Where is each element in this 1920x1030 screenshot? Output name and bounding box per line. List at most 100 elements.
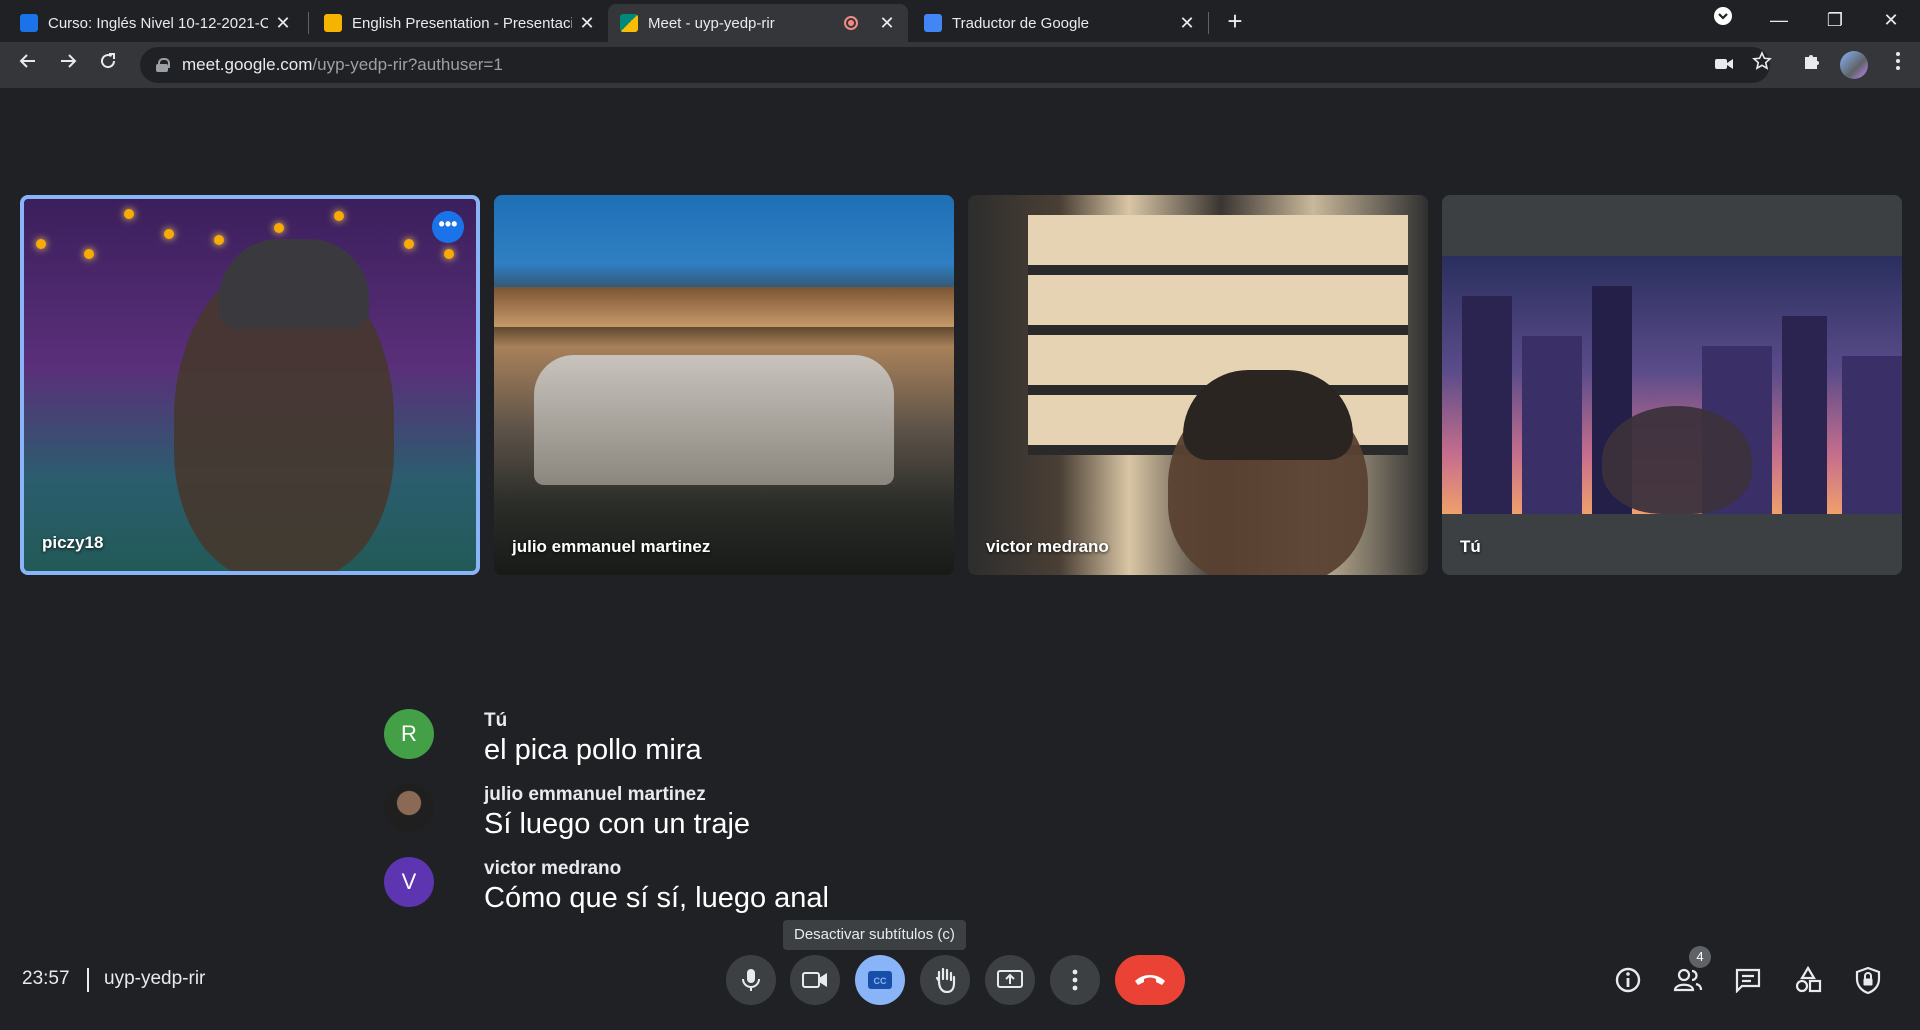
url-path: /uyp-yedp-rir?authuser=1 bbox=[312, 55, 503, 74]
caption-speaker: julio emmanuel martinez bbox=[484, 784, 706, 805]
participant-video-figure bbox=[1602, 406, 1752, 514]
chat-button[interactable] bbox=[1728, 960, 1768, 1000]
meeting-clock: 23:57 bbox=[22, 968, 70, 989]
hand-icon bbox=[935, 967, 956, 993]
participant-tile-julio[interactable]: julio emmanuel martinez bbox=[494, 195, 954, 575]
participants-count-badge: 4 bbox=[1689, 946, 1711, 968]
airstream-trailer-background bbox=[534, 355, 894, 485]
more-options-button[interactable] bbox=[1050, 955, 1100, 1005]
city-skyline-background bbox=[1442, 256, 1902, 514]
url-host: meet.google.com bbox=[182, 55, 313, 74]
caption-text: Cómo que sí sí, luego anal bbox=[484, 882, 829, 914]
divider bbox=[87, 968, 89, 992]
close-tab-icon[interactable]: ✕ bbox=[578, 13, 596, 34]
close-window-button[interactable]: ✕ bbox=[1862, 0, 1920, 42]
reload-button[interactable] bbox=[92, 49, 124, 81]
back-arrow-icon bbox=[19, 54, 35, 68]
camera-icon bbox=[1715, 59, 1733, 69]
forward-arrow-icon bbox=[61, 54, 77, 68]
profile-avatar[interactable] bbox=[1840, 51, 1868, 79]
participant-tile-self[interactable]: Tú bbox=[1442, 195, 1902, 575]
bookmark-button[interactable] bbox=[1746, 49, 1778, 81]
forward-button[interactable] bbox=[52, 49, 84, 81]
recording-icon bbox=[844, 16, 858, 30]
browser-toolbar: meet.google.com/uyp-yedp-rir?authuser=1 bbox=[0, 42, 1920, 88]
participant-name: victor medrano bbox=[986, 537, 1109, 556]
participant-name: piczy18 bbox=[42, 533, 104, 552]
tab-title: Curso: Inglés Nivel 10-12-2021-C bbox=[48, 14, 268, 32]
participant-tile-piczy18[interactable]: ••• piczy18 bbox=[20, 195, 480, 575]
browser-tab-course[interactable]: Curso: Inglés Nivel 10-12-2021-C ✕ bbox=[8, 4, 304, 42]
video-camera-icon bbox=[802, 972, 827, 988]
tab-title: Meet - uyp-yedp-rir bbox=[648, 14, 775, 32]
address-bar[interactable]: meet.google.com/uyp-yedp-rir?authuser=1 bbox=[140, 47, 1770, 83]
caption-speaker: victor medrano bbox=[484, 858, 622, 879]
captions-panel: R Tú el pica pollo mira julio emmanuel m… bbox=[384, 706, 1084, 928]
tab-divider bbox=[1208, 12, 1209, 34]
info-icon bbox=[1615, 967, 1641, 993]
new-tab-button[interactable]: + bbox=[1220, 6, 1250, 36]
extensions-button[interactable] bbox=[1796, 49, 1828, 81]
avatar: R bbox=[384, 709, 434, 759]
browser-tab-strip: Curso: Inglés Nivel 10-12-2021-C ✕ Engli… bbox=[0, 0, 1920, 42]
browser-menu-button[interactable] bbox=[1882, 49, 1914, 81]
svg-text:CC: CC bbox=[874, 976, 887, 986]
close-tab-icon[interactable]: ✕ bbox=[878, 13, 896, 34]
microphone-button[interactable] bbox=[726, 955, 776, 1005]
kebab-menu-icon bbox=[1896, 52, 1900, 70]
participant-name: Tú bbox=[1460, 537, 1481, 556]
captions-tooltip: Desactivar subtítulos (c) bbox=[783, 920, 966, 950]
avatar: V bbox=[384, 857, 434, 907]
avatar bbox=[384, 783, 434, 833]
microphone-icon bbox=[742, 969, 760, 991]
beanie-shape bbox=[219, 239, 369, 329]
present-screen-icon bbox=[997, 970, 1023, 988]
caption-speaker: Tú bbox=[484, 710, 508, 731]
hang-up-icon bbox=[1135, 975, 1165, 985]
participant-name: julio emmanuel martinez bbox=[512, 537, 711, 556]
meeting-code: uyp-yedp-rir bbox=[104, 968, 206, 989]
caption-entry: julio emmanuel martinez Sí luego con un … bbox=[384, 780, 1084, 854]
caption-text: Sí luego con un traje bbox=[484, 808, 751, 840]
lock-icon bbox=[156, 58, 170, 72]
tab-search-button[interactable] bbox=[1694, 0, 1752, 42]
captions-toggle-button[interactable]: CC bbox=[855, 955, 905, 1005]
close-tab-icon[interactable]: ✕ bbox=[274, 13, 292, 34]
participant-tile-victor[interactable]: victor medrano bbox=[968, 195, 1428, 575]
browser-tab-slides[interactable]: English Presentation - Presentaci ✕ bbox=[312, 4, 608, 42]
browser-tab-meet[interactable]: Meet - uyp-yedp-rir ✕ bbox=[608, 4, 908, 42]
closed-captions-icon: CC bbox=[868, 971, 892, 989]
slides-favicon-icon bbox=[324, 14, 342, 32]
tab-divider bbox=[308, 12, 309, 34]
camera-button[interactable] bbox=[790, 955, 840, 1005]
hair-shape bbox=[1183, 370, 1353, 460]
activities-button[interactable] bbox=[1788, 960, 1828, 1000]
reload-icon bbox=[101, 53, 116, 69]
tab-title: Traductor de Google bbox=[952, 14, 1090, 32]
host-controls-button[interactable] bbox=[1848, 960, 1888, 1000]
classroom-favicon-icon bbox=[20, 14, 38, 32]
meet-favicon-icon bbox=[620, 14, 638, 32]
caption-entry: V victor medrano Cómo que sí sí, luego a… bbox=[384, 854, 1084, 928]
camera-in-use-button[interactable] bbox=[1708, 49, 1740, 81]
puzzle-icon bbox=[1805, 55, 1819, 69]
activities-shapes-icon bbox=[1795, 966, 1822, 993]
leave-call-button[interactable] bbox=[1115, 955, 1185, 1005]
raise-hand-button[interactable] bbox=[920, 955, 970, 1005]
present-screen-button[interactable] bbox=[985, 955, 1035, 1005]
chat-icon bbox=[1735, 968, 1761, 993]
browser-tab-translate[interactable]: Traductor de Google ✕ bbox=[912, 4, 1208, 42]
star-icon bbox=[1752, 51, 1772, 70]
tile-options-button[interactable]: ••• bbox=[432, 211, 464, 243]
back-button[interactable] bbox=[12, 49, 44, 81]
shield-lock-icon bbox=[1855, 966, 1881, 994]
restore-button[interactable]: ❐ bbox=[1806, 0, 1864, 42]
tab-title: English Presentation - Presentaci bbox=[352, 14, 572, 32]
tab-search-icon bbox=[1714, 7, 1732, 25]
close-tab-icon[interactable]: ✕ bbox=[1178, 13, 1196, 34]
meeting-details-button[interactable] bbox=[1608, 960, 1648, 1000]
people-icon bbox=[1673, 968, 1703, 992]
caption-entry: R Tú el pica pollo mira bbox=[384, 706, 1084, 780]
minimize-button[interactable]: — bbox=[1750, 0, 1808, 42]
more-vert-icon bbox=[1072, 969, 1078, 991]
